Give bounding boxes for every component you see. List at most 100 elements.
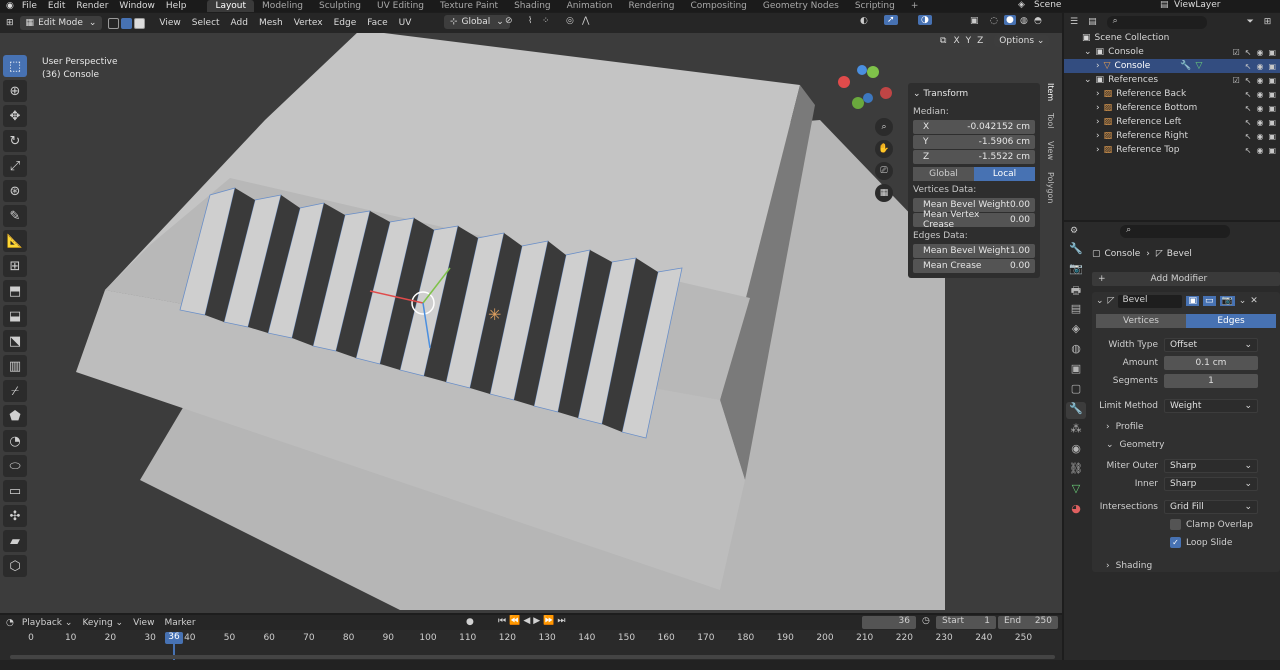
snap-options-icon[interactable]: ⁘ xyxy=(542,16,550,26)
expand-icon[interactable]: ⌄ xyxy=(1084,47,1092,57)
start-frame-field[interactable]: Start 1 xyxy=(936,616,996,629)
particles-tab-icon[interactable]: ⁂ xyxy=(1066,422,1086,439)
outliner-row[interactable]: › ▨ Reference Right ↖ ◉ ▣ xyxy=(1064,129,1280,143)
object-tab-icon[interactable]: ▢ xyxy=(1066,382,1086,399)
xray-icon[interactable]: ▣ xyxy=(970,16,979,26)
select-toggle-icon[interactable]: ↖ xyxy=(1245,146,1252,155)
visibility-icon[interactable]: ◐ xyxy=(860,16,868,26)
camera-icon[interactable]: ▣ xyxy=(1268,90,1276,99)
rotate-tool-icon[interactable]: ↻ xyxy=(3,130,27,152)
expand-icon[interactable]: ⌄ xyxy=(1084,75,1092,85)
select-toggle-icon[interactable]: ↖ xyxy=(1245,48,1252,57)
playhead[interactable]: 36 xyxy=(165,632,183,644)
scene-collection-row[interactable]: ▣ Scene Collection xyxy=(1064,31,1280,45)
median-z-field[interactable]: Z -1.5522 cm xyxy=(913,150,1035,164)
transform-orientation-dropdown[interactable]: ⊹ Global ⌄ xyxy=(444,15,510,29)
width-type-dropdown[interactable]: Offset ⌄ xyxy=(1164,337,1258,352)
modifier-dropdown-icon[interactable]: ⌄ xyxy=(1239,296,1247,306)
shading-wireframe-icon[interactable]: ◌ xyxy=(990,16,998,26)
pan-hand-icon[interactable]: ✋ xyxy=(875,140,893,158)
mean-crease-field[interactable]: Mean Crease 0.00 xyxy=(913,259,1035,273)
tab-scripting[interactable]: Scripting xyxy=(847,0,903,12)
tab-texture-paint[interactable]: Texture Paint xyxy=(432,0,506,12)
menu-view[interactable]: View xyxy=(159,18,180,28)
modifier-name-field[interactable]: Bevel xyxy=(1118,294,1183,308)
editor-type-icon[interactable]: ⊞ xyxy=(6,18,14,28)
outliner-row[interactable]: › ▨ Reference Top ↖ ◉ ▣ xyxy=(1064,143,1280,157)
outliner-editor-icon[interactable]: ☰ xyxy=(1070,17,1078,27)
falloff-icon[interactable]: ⋀ xyxy=(582,16,589,26)
select-toggle-icon[interactable]: ↖ xyxy=(1245,104,1252,113)
shading-rendered-icon[interactable]: ◓ xyxy=(1034,16,1042,26)
menu-edit[interactable]: Edit xyxy=(48,1,65,11)
display-mode-icon[interactable]: ▤ xyxy=(1088,17,1097,27)
checkbox-icon[interactable]: ☑ xyxy=(1233,48,1240,57)
edit-mode-toggle-icon[interactable]: ▣ xyxy=(1186,296,1199,306)
proportional-edit-icon[interactable]: ◎ xyxy=(566,16,574,26)
expand-icon[interactable]: › xyxy=(1096,131,1100,141)
eye-icon[interactable]: ◉ xyxy=(1256,62,1263,71)
segments-field[interactable]: 1 xyxy=(1164,373,1258,388)
camera-icon[interactable]: ▣ xyxy=(1268,146,1276,155)
render-toggle-icon[interactable]: 📷 xyxy=(1219,296,1235,306)
median-y-field[interactable]: Y -1.5906 cm xyxy=(913,135,1035,149)
data-tab-icon[interactable]: ▽ xyxy=(1066,482,1086,499)
options-dropdown[interactable]: Options ⌄ xyxy=(994,35,1050,47)
camera-view-icon[interactable]: ⎚ xyxy=(875,162,893,180)
menu-select[interactable]: Select xyxy=(192,18,220,28)
tab-item[interactable]: Item xyxy=(1046,83,1055,101)
limit-method-dropdown[interactable]: Weight ⌄ xyxy=(1164,398,1258,413)
properties-search-field[interactable]: ⌕ xyxy=(1120,224,1231,238)
chevron-down-icon[interactable]: ⌄ xyxy=(1096,296,1104,306)
menu-file[interactable]: File xyxy=(22,1,37,11)
timeline-editor-icon[interactable]: ◔ xyxy=(6,618,14,628)
eye-icon[interactable]: ◉ xyxy=(1256,146,1263,155)
collection-tab-icon[interactable]: ▣ xyxy=(1066,362,1086,379)
gizmo-toggle-icon[interactable]: ➚ xyxy=(884,15,898,25)
physics-tab-icon[interactable]: ◉ xyxy=(1066,442,1086,459)
clamp-overlap-row[interactable]: Clamp Overlap xyxy=(1092,516,1280,533)
close-icon[interactable]: ✕ xyxy=(1250,296,1258,306)
select-box-tool-icon[interactable]: ⬚ xyxy=(3,55,27,77)
scale-tool-icon[interactable]: ⤢ xyxy=(3,155,27,177)
shading-subpanel[interactable]: › Shading xyxy=(1092,557,1280,574)
vertices-button[interactable]: Vertices xyxy=(1096,314,1186,328)
move-tool-icon[interactable]: ✥ xyxy=(3,105,27,127)
menu-keying[interactable]: Keying ⌄ xyxy=(82,618,123,628)
jump-start-icon[interactable]: ⏮ xyxy=(498,616,509,626)
menu-add[interactable]: Add xyxy=(231,18,248,28)
tab-uv-editing[interactable]: UV Editing xyxy=(369,0,432,12)
expand-icon[interactable]: › xyxy=(1096,61,1100,71)
transform-panel-header[interactable]: ⌄ Transform xyxy=(913,89,1035,99)
tab-shading[interactable]: Shading xyxy=(506,0,559,12)
edges-button[interactable]: Edges xyxy=(1186,314,1276,328)
outliner-row[interactable]: › ▨ Reference Back ↖ ◉ ▣ xyxy=(1064,87,1280,101)
clamp-overlap-checkbox[interactable] xyxy=(1170,519,1181,530)
add-modifier-button[interactable]: + Add Modifier xyxy=(1092,272,1280,286)
intersections-dropdown[interactable]: Grid Fill ⌄ xyxy=(1164,499,1258,514)
extrude-tool-icon[interactable]: ⬒ xyxy=(3,280,27,302)
miter-outer-dropdown[interactable]: Sharp ⌄ xyxy=(1164,458,1258,473)
tab-geometry-nodes[interactable]: Geometry Nodes xyxy=(755,0,847,12)
shading-material-icon[interactable]: ◍ xyxy=(1020,16,1028,26)
constraints-tab-icon[interactable]: ⛓ xyxy=(1066,462,1086,479)
overlay-toggle-icon[interactable]: ◑ xyxy=(918,15,932,25)
current-frame-field[interactable]: 36 xyxy=(862,616,916,629)
new-collection-icon[interactable]: ⊞ xyxy=(1264,17,1272,27)
add-workspace-icon[interactable]: + xyxy=(903,0,927,12)
select-toggle-icon[interactable]: ↖ xyxy=(1245,62,1252,71)
expand-icon[interactable]: › xyxy=(1096,145,1100,155)
view-layer-name[interactable]: ViewLayer xyxy=(1174,0,1220,10)
eye-icon[interactable]: ◉ xyxy=(1256,132,1263,141)
next-keyframe-icon[interactable]: ⏩ xyxy=(543,616,557,626)
local-button[interactable]: Local xyxy=(974,167,1035,181)
select-toggle-icon[interactable]: ↖ xyxy=(1245,118,1252,127)
mirror-y-toggle[interactable]: Y xyxy=(962,35,975,47)
edge-slide-tool-icon[interactable]: ▭ xyxy=(3,480,27,502)
loop-slide-checkbox[interactable]: ✓ xyxy=(1170,537,1181,548)
tab-compositing[interactable]: Compositing xyxy=(682,0,754,12)
menu-face[interactable]: Face xyxy=(367,18,387,28)
menu-marker[interactable]: Marker xyxy=(164,618,195,628)
shear-tool-icon[interactable]: ▰ xyxy=(3,530,27,552)
eye-icon[interactable]: ◉ xyxy=(1256,118,1263,127)
